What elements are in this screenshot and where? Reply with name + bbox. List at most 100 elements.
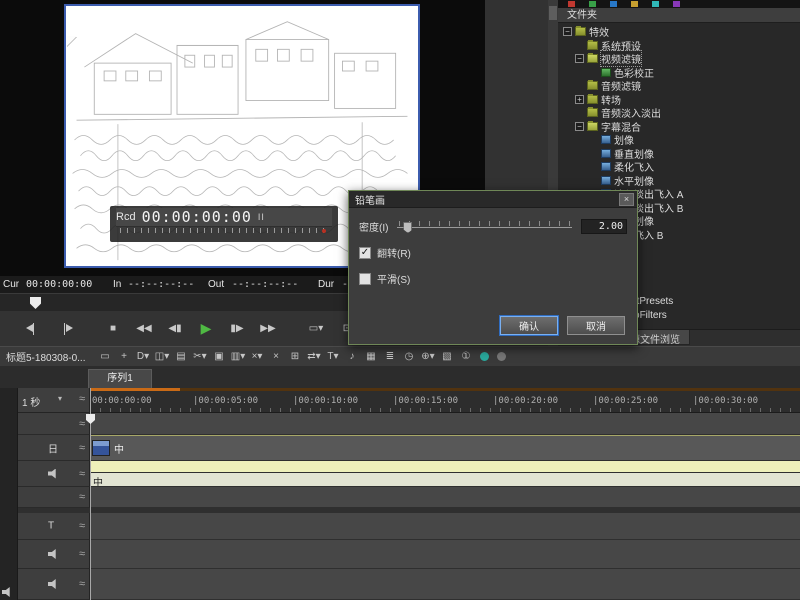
grid-icon[interactable]: ⊞ (286, 349, 305, 365)
ok-button[interactable]: 确认 (500, 316, 558, 335)
rewind-button[interactable]: ◀◀ (130, 317, 158, 341)
ripple-icon[interactable]: ⇄▾ (305, 349, 324, 365)
audio-clip-waveform[interactable] (90, 461, 800, 473)
speaker-icon[interactable] (48, 549, 59, 559)
capture-icon[interactable]: ▤ (172, 349, 191, 365)
timeline-ruler[interactable]: 00:00:00:00 |00:00:05:00 |00:00:10:00 |0… (90, 388, 800, 413)
speaker-icon[interactable] (2, 587, 13, 597)
track-header-audio[interactable]: ≈ (18, 540, 90, 569)
smooth-option[interactable]: 平滑(S) (359, 271, 627, 286)
clip-label: 中 (114, 441, 124, 456)
cancel-button[interactable]: 取消 (567, 316, 625, 335)
checkbox-checked-icon[interactable]: ✓ (359, 247, 371, 259)
step-forward-button[interactable]: ▮▶ (223, 317, 251, 341)
delete-icon[interactable]: × (267, 349, 286, 365)
track-header[interactable]: ≈ (18, 487, 90, 508)
mixer-icon[interactable]: ▦ (362, 349, 381, 365)
slider-thumb[interactable] (403, 222, 412, 233)
track-header[interactable]: ≈ (18, 413, 90, 435)
video-track-icon[interactable]: 日 (48, 440, 58, 455)
track-expander-icon[interactable]: ≈ (79, 520, 85, 532)
status-dot-gray-icon[interactable] (497, 352, 506, 361)
scrubber-playhead[interactable] (30, 297, 41, 309)
close-icon[interactable]: × (619, 193, 634, 206)
paste-icon[interactable]: ▥▾ (229, 349, 248, 365)
stop-button[interactable]: ■ (99, 317, 127, 341)
cut-icon[interactable]: ✂▾ (191, 349, 210, 365)
project-title: 标题5-180308-0... (0, 349, 96, 364)
title-track-icon[interactable]: T (48, 521, 54, 532)
track-expander-icon[interactable]: ≈ (79, 418, 85, 430)
list-icon[interactable]: ≣ (381, 349, 400, 365)
audio-clip[interactable]: 中 (90, 473, 800, 487)
scrollbar-thumb[interactable] (549, 6, 557, 20)
track-lane-audio[interactable] (90, 540, 800, 569)
tree-item-wipe[interactable]: 划像 (558, 133, 800, 147)
track-expander-icon[interactable]: ≈ (79, 442, 85, 454)
expander-icon[interactable]: − (563, 27, 572, 36)
main-toolbar: 标题5-180308-0... ▭ + D▾ ◫▾ ▤ ✂▾ ▣ ▥▾ ×▾ ×… (0, 346, 800, 366)
play-button[interactable]: ▶ (192, 317, 220, 341)
numbered-icon[interactable]: ① (457, 349, 476, 365)
expander-icon[interactable]: + (575, 95, 584, 104)
tree-item-soft-flyin[interactable]: 柔化飞入 (558, 160, 800, 174)
timecode-ruler[interactable] (120, 228, 328, 236)
expander-icon[interactable]: − (575, 54, 584, 63)
track-lane-title[interactable] (90, 513, 800, 540)
speaker-icon[interactable] (48, 579, 59, 589)
voiceover-icon[interactable]: ♪ (343, 349, 362, 365)
flip-option[interactable]: ✓ 翻转(R) (359, 245, 627, 260)
monitor-mode-button[interactable]: ▭▾ (302, 317, 330, 341)
tree-item-vertical-wipe[interactable]: 垂直划像 (558, 147, 800, 161)
track-expander-icon[interactable]: ≈ (79, 578, 85, 590)
tree-item-video-filters[interactable]: − 视频滤镜 (558, 52, 800, 66)
fast-forward-button[interactable]: ▶▶ (254, 317, 282, 341)
title-tool-icon[interactable]: T▾ (324, 349, 343, 365)
copy-icon[interactable]: ▣ (210, 349, 229, 365)
track-lane-empty[interactable] (90, 487, 800, 508)
track-lane-audio[interactable] (90, 569, 800, 600)
density-value-field[interactable]: 2.00 (581, 219, 627, 234)
tree-item-system-presets[interactable]: 系统预设 (558, 39, 800, 53)
tree-item-effects[interactable]: − 特效 (558, 25, 800, 39)
track-expander-icon[interactable]: ≈ (79, 468, 85, 480)
tree-item-audio-filters[interactable]: 音频滤镜 (558, 79, 800, 93)
deco-teal-icon (652, 1, 659, 7)
video-clip[interactable]: 中 (90, 435, 800, 460)
step-back-button[interactable]: ◀▮ (161, 317, 189, 341)
tree-item-color-correction[interactable]: 色彩校正 (558, 66, 800, 80)
palette-titlebar-fragment (558, 0, 800, 8)
density-slider[interactable] (395, 218, 574, 234)
tree-item-audio-fade[interactable]: 音频淡入淡出 (558, 106, 800, 120)
status-dot-teal-icon[interactable] (480, 352, 489, 361)
pattern-icon[interactable]: ▧ (438, 349, 457, 365)
mark-in-button[interactable] (20, 317, 48, 341)
track-header-title[interactable]: T ≈ (18, 513, 90, 540)
tree-item-transitions[interactable]: + 转场 (558, 93, 800, 107)
chevron-down-icon: ▾ (58, 394, 62, 403)
track-expander-icon[interactable]: ≈ (79, 491, 85, 503)
tree-item-title-mixer[interactable]: − 字幕混合 (558, 120, 800, 134)
timescale-selector[interactable]: 1 秒 ▾ ≈ (18, 388, 90, 413)
track-lane-empty[interactable] (90, 413, 800, 435)
mark-out-button[interactable] (51, 317, 79, 341)
zoom-icon[interactable]: ⊕▾ (419, 349, 438, 365)
new-sequence-icon[interactable]: D▾ (134, 349, 153, 365)
checkbox-unchecked-icon[interactable] (359, 273, 371, 285)
pointer-tool-icon[interactable]: ▭ (96, 349, 115, 365)
add-icon[interactable]: + (115, 349, 134, 365)
track-header-video[interactable]: 日 ≈ (18, 435, 90, 461)
save-icon[interactable]: ◫▾ (153, 349, 172, 365)
tab-sequence-1[interactable]: 序列1 (88, 369, 152, 388)
delete-menu-icon[interactable]: ×▾ (248, 349, 267, 365)
speaker-icon[interactable] (48, 469, 59, 479)
clock-icon[interactable]: ◷ (400, 349, 419, 365)
tree-item-horizontal-wipe[interactable]: 水平划像 (558, 174, 800, 188)
track-expander-icon[interactable]: ≈ (79, 393, 85, 405)
track-header-audio[interactable]: ≈ (18, 461, 90, 487)
dialog-titlebar[interactable]: 铅笔画 × (349, 191, 637, 208)
expander-icon[interactable]: − (575, 122, 584, 131)
track-lane-video[interactable]: 中 (90, 435, 800, 461)
track-header-audio[interactable]: ≈ (18, 569, 90, 600)
track-expander-icon[interactable]: ≈ (79, 548, 85, 560)
